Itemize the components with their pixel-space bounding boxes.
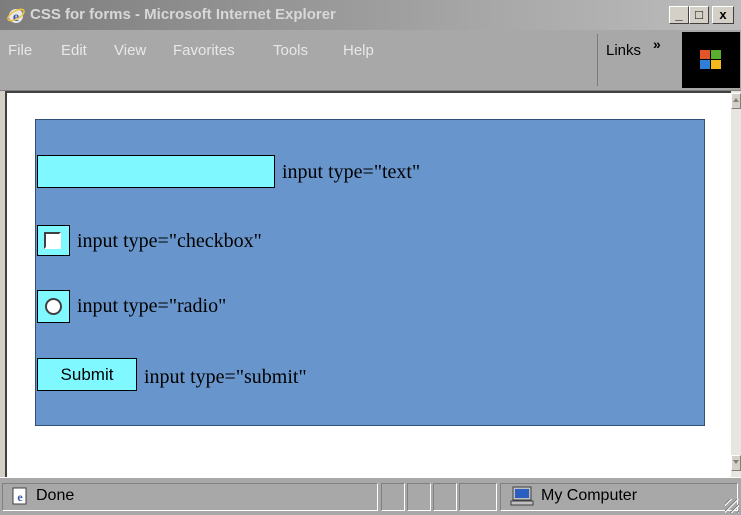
links-button[interactable]: Links bbox=[606, 42, 641, 59]
checkbox[interactable] bbox=[44, 232, 61, 249]
menu-file[interactable]: File bbox=[8, 42, 32, 59]
checkbox-wrapper[interactable] bbox=[37, 225, 70, 256]
radio-wrapper[interactable] bbox=[37, 290, 70, 323]
throbber bbox=[682, 32, 740, 88]
checkbox-label: input type="checkbox" bbox=[77, 230, 262, 252]
text-input[interactable] bbox=[37, 155, 275, 188]
toolbar-separator bbox=[597, 34, 598, 86]
status-bar: e Done My Computer bbox=[0, 477, 741, 515]
menu-help[interactable]: Help bbox=[343, 42, 374, 59]
my-computer-icon bbox=[510, 486, 534, 506]
minimize-button[interactable]: _ bbox=[669, 6, 689, 24]
windows-logo-icon bbox=[700, 50, 722, 70]
submit-button[interactable]: Submit bbox=[37, 358, 137, 391]
resize-grip[interactable] bbox=[725, 499, 739, 513]
zone-text: My Computer bbox=[541, 487, 638, 504]
status-cell-4 bbox=[459, 483, 497, 511]
radio-label: input type="radio" bbox=[77, 295, 227, 317]
arrow-up-icon bbox=[733, 98, 739, 102]
window-title: CSS for forms - Microsoft Internet Explo… bbox=[30, 6, 336, 23]
text-input-label: input type="text" bbox=[282, 161, 421, 183]
close-button[interactable]: x bbox=[712, 6, 734, 24]
menu-edit[interactable]: Edit bbox=[61, 42, 87, 59]
menu-tools[interactable]: Tools bbox=[273, 42, 308, 59]
vertical-scrollbar[interactable] bbox=[731, 91, 741, 477]
menu-bar: File Edit View Favorites Tools Help Link… bbox=[0, 30, 741, 91]
menu-favorites[interactable]: Favorites bbox=[173, 42, 235, 59]
scroll-up-button[interactable] bbox=[731, 93, 741, 109]
submit-label: input type="submit" bbox=[144, 366, 307, 388]
status-cell-3 bbox=[433, 483, 457, 511]
status-text: Done bbox=[36, 487, 75, 504]
page-done-icon: e bbox=[12, 487, 27, 505]
svg-text:e: e bbox=[17, 490, 23, 504]
maximize-button[interactable]: □ bbox=[689, 6, 709, 24]
ie-logo-icon: e bbox=[7, 8, 25, 25]
scroll-down-button[interactable] bbox=[731, 455, 741, 471]
status-cell-1 bbox=[381, 483, 405, 511]
links-chevron[interactable]: » bbox=[653, 36, 661, 52]
arrow-down-icon bbox=[733, 460, 739, 464]
form-panel: input type="text" input type="checkbox" … bbox=[35, 119, 705, 426]
radio-button[interactable] bbox=[45, 298, 62, 315]
title-bar[interactable]: e CSS for forms - Microsoft Internet Exp… bbox=[0, 0, 741, 30]
status-cell-2 bbox=[407, 483, 431, 511]
menu-view[interactable]: View bbox=[114, 42, 146, 59]
